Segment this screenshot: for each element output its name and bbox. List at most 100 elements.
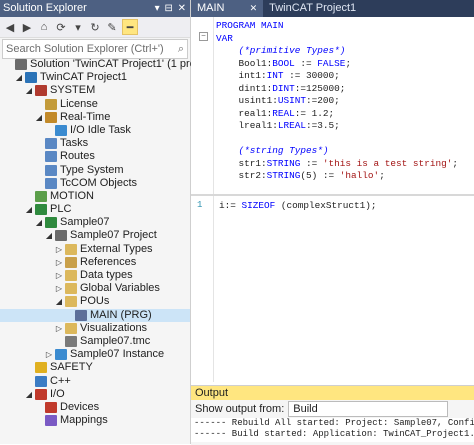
implementation-gutter: 1 bbox=[191, 196, 214, 382]
tree-item[interactable]: Sample07.tmc bbox=[0, 335, 190, 348]
tree-item[interactable]: Tasks bbox=[0, 137, 190, 150]
tree-item[interactable]: Routes bbox=[0, 150, 190, 163]
tree-item[interactable]: Mappings bbox=[0, 414, 190, 427]
tree-item[interactable]: Type System bbox=[0, 164, 190, 177]
tree-item-label: PLC bbox=[50, 203, 72, 216]
code-token: lreal1: bbox=[216, 120, 278, 131]
tree-item[interactable]: SAFETY bbox=[0, 361, 190, 374]
expanded-arrow-icon[interactable]: ◢ bbox=[34, 111, 44, 124]
expanded-arrow-icon[interactable]: ◢ bbox=[14, 71, 24, 84]
tree-item[interactable]: ◢ TwinCAT Project1 bbox=[0, 71, 190, 84]
expanded-arrow-icon[interactable]: ◢ bbox=[24, 84, 34, 97]
code-token: ; bbox=[452, 157, 458, 169]
tree-item[interactable]: ◢ PLC bbox=[0, 203, 190, 216]
declaration-editor[interactable]: − PROGRAM MAIN VAR (*primitive Types*) Bo… bbox=[191, 17, 474, 194]
close-icon[interactable]: ✕ bbox=[250, 3, 258, 13]
tree-item-label: Sample07 Instance bbox=[70, 348, 165, 361]
tree-item[interactable]: ▷ Sample07 Instance bbox=[0, 348, 190, 361]
project-icon bbox=[55, 230, 67, 242]
tab-twincat-project[interactable]: TwinCAT Project1 bbox=[263, 0, 362, 17]
collapsed-arrow-icon[interactable]: ▷ bbox=[54, 282, 64, 295]
output-source-label: Show output from: bbox=[195, 403, 285, 415]
code-line: Bool1:BOOL := FALSE; bbox=[216, 58, 458, 71]
pin-icon[interactable]: ━ bbox=[122, 19, 138, 35]
code-line: lreal1:LREAL:=3.5; bbox=[216, 120, 458, 133]
tree-item[interactable]: ◢ POUs bbox=[0, 295, 190, 308]
tree-item[interactable]: C++ bbox=[0, 375, 190, 388]
solution-explorer-toolbar: ◀ ▶ ⌂ ⟳ ▾ ↻ ✎ ━ bbox=[0, 17, 190, 38]
back-icon[interactable]: ◀ bbox=[3, 20, 17, 34]
collapsed-arrow-icon[interactable]: ▷ bbox=[44, 348, 54, 361]
tree-item[interactable]: Solution 'TwinCAT Project1' (1 project) bbox=[0, 58, 217, 71]
system-icon bbox=[35, 85, 47, 97]
tree-item[interactable]: ▷ References bbox=[0, 256, 190, 269]
folder-icon bbox=[65, 283, 77, 295]
tree-item-label: Type System bbox=[60, 163, 124, 176]
tree-item[interactable]: ▷ Data types bbox=[0, 269, 190, 282]
main-area: MAIN ✕ TwinCAT Project1 − PROGRAM MAIN VA… bbox=[191, 0, 474, 445]
code-token: STRING bbox=[266, 170, 301, 181]
code-line: (*primitive Types*) bbox=[216, 45, 458, 58]
code-token: dint1: bbox=[216, 82, 273, 94]
collapse-icon[interactable]: − bbox=[199, 32, 208, 41]
search-input[interactable]: Search Solution Explorer (Ctrl+') ⌕ bbox=[2, 39, 188, 59]
tmc-file-icon bbox=[65, 335, 77, 347]
tree-item[interactable]: License bbox=[0, 98, 190, 111]
tree-item[interactable]: Devices bbox=[0, 401, 190, 414]
expanded-arrow-icon[interactable]: ◢ bbox=[24, 388, 34, 401]
tree-item[interactable]: TcCOM Objects bbox=[0, 177, 190, 190]
tree-item-label: Devices bbox=[60, 400, 100, 413]
tree-item-label: C++ bbox=[50, 374, 71, 387]
refresh-icon[interactable]: ↻ bbox=[88, 20, 102, 34]
tree-item[interactable]: I/O Idle Task bbox=[0, 124, 190, 137]
collapsed-arrow-icon[interactable]: ▷ bbox=[54, 243, 64, 256]
collapsed-arrow-icon[interactable]: ▷ bbox=[54, 269, 64, 282]
code-token: USINT bbox=[277, 95, 307, 106]
collapsed-arrow-icon[interactable]: ▷ bbox=[54, 256, 64, 269]
tree-item-label: Visualizations bbox=[80, 321, 148, 334]
safety-icon bbox=[35, 362, 47, 374]
tree-item[interactable]: ◢ Sample07 Project bbox=[0, 229, 190, 242]
expanded-arrow-icon[interactable]: ◢ bbox=[54, 295, 64, 308]
tree-item[interactable]: MOTION bbox=[0, 190, 190, 203]
window-controls[interactable]: ▾ ⊟ ✕ bbox=[155, 0, 190, 17]
home-icon[interactable]: ⌂ bbox=[37, 20, 51, 34]
tree-item-label: MOTION bbox=[50, 189, 94, 202]
tree-item[interactable]: ▷ Visualizations bbox=[0, 322, 190, 335]
output-source-select[interactable]: Build bbox=[288, 401, 449, 417]
history-icon[interactable]: ⟳ bbox=[54, 20, 68, 34]
tree-item-label: I/O Idle Task bbox=[70, 123, 131, 136]
code-token: SIZEOF bbox=[241, 200, 276, 211]
collapsed-arrow-icon[interactable]: ▷ bbox=[54, 322, 64, 335]
wrench-icon[interactable]: ✎ bbox=[105, 20, 119, 34]
routes-icon bbox=[45, 151, 57, 163]
dropdown-icon[interactable]: ▾ bbox=[71, 20, 85, 34]
motion-icon bbox=[35, 190, 47, 202]
expanded-arrow-icon[interactable]: ◢ bbox=[44, 229, 54, 242]
tree-item[interactable]: ◢ Real-Time bbox=[0, 111, 190, 124]
tab-main[interactable]: MAIN ✕ bbox=[191, 0, 264, 17]
output-line: ------ Rebuild All started: Project: Sam… bbox=[194, 418, 474, 428]
solution-tree: Solution 'TwinCAT Project1' (1 project) ◢… bbox=[0, 58, 217, 427]
tree-item-label: I/O bbox=[50, 387, 65, 400]
folder-icon bbox=[65, 243, 77, 255]
tree-item[interactable]: ▷ External Types bbox=[0, 243, 190, 256]
code-token: (complexStruct1); bbox=[275, 200, 377, 211]
output-title: Output bbox=[191, 386, 474, 400]
expanded-arrow-icon[interactable]: ◢ bbox=[24, 203, 34, 216]
forward-icon[interactable]: ▶ bbox=[20, 20, 34, 34]
tree-item[interactable]: ◢ SYSTEM bbox=[0, 84, 190, 97]
tree-item[interactable]: MAIN (PRG) bbox=[0, 308, 190, 322]
code-token: real1: bbox=[216, 107, 273, 119]
tree-item[interactable]: ◢ I/O bbox=[0, 388, 190, 401]
implementation-editor[interactable]: 1 i:= SIZEOF (complexStruct1); bbox=[191, 196, 474, 382]
references-icon bbox=[65, 256, 77, 268]
expanded-arrow-icon[interactable]: ◢ bbox=[34, 216, 44, 229]
code-token: := bbox=[300, 157, 323, 169]
editor-gutter: − bbox=[191, 17, 214, 194]
document-tabs: MAIN ✕ TwinCAT Project1 bbox=[191, 0, 474, 17]
tree-item[interactable]: ◢ Sample07 bbox=[0, 216, 190, 229]
tree-item[interactable]: ▷ Global Variables bbox=[0, 282, 190, 295]
code-token: FALSE bbox=[317, 57, 346, 69]
